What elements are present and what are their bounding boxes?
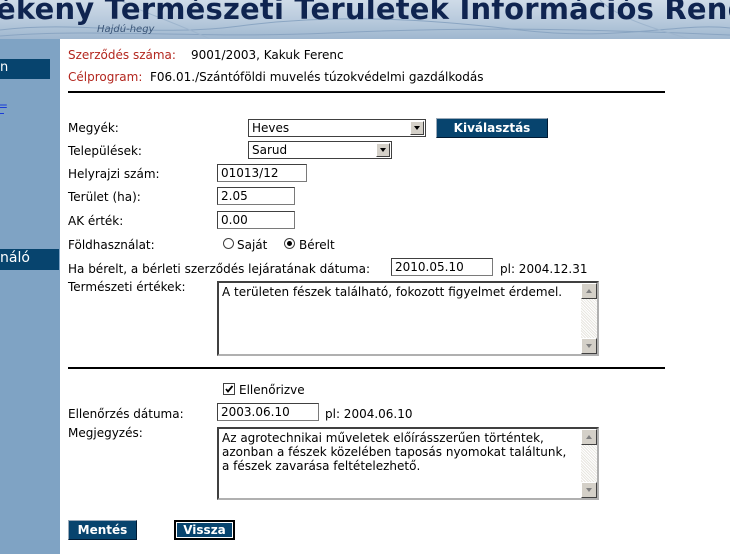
landuse-leased-radio[interactable]	[284, 238, 295, 249]
program-value: F06.01./Szántóföldi muvelés túzokvédelmi…	[150, 70, 484, 84]
county-select-value: Heves	[252, 121, 290, 135]
scroll-up-icon[interactable]	[581, 283, 597, 299]
parcel-input[interactable]: 01013/12	[217, 164, 307, 182]
note-text: Az agrotechnikai műveletek előírásszerűe…	[222, 431, 567, 473]
note-label: Megjegyzés:	[68, 426, 143, 440]
banner-subtitle: Hajdú-hegy	[97, 24, 155, 35]
settlement-label: Települések:	[68, 144, 142, 158]
sidebar-link-label: =	[0, 99, 9, 113]
ak-label: AK érték:	[68, 214, 124, 228]
lease-date-label: Ha bérelt, a bérleti szerződés lejáratán…	[68, 262, 370, 276]
natural-values-label: Természeti értékek:	[68, 280, 186, 294]
program-label: Célprogram:	[68, 70, 143, 84]
sidebar-active-item[interactable]: náló	[0, 249, 59, 270]
checkmark-icon	[225, 385, 234, 393]
back-button[interactable]: Vissza	[174, 520, 235, 540]
area-label: Terület (ha):	[68, 190, 141, 204]
divider	[68, 367, 665, 369]
sidebar: n = náló	[0, 39, 60, 554]
scroll-down-icon[interactable]	[581, 482, 597, 498]
county-select[interactable]: Heves	[248, 119, 426, 137]
control-date-input[interactable]: 2003.06.10	[217, 403, 319, 421]
save-button[interactable]: Mentés	[68, 520, 137, 540]
scrollbar[interactable]	[581, 283, 597, 354]
scroll-up-icon[interactable]	[581, 429, 597, 445]
chevron-down-icon[interactable]	[376, 143, 390, 157]
divider	[68, 91, 665, 93]
natural-values-textarea[interactable]: A területen fészek található, fokozott f…	[217, 281, 599, 356]
checked-label: Ellenőrizve	[239, 383, 305, 397]
natural-values-text: A területen fészek található, fokozott f…	[222, 285, 563, 299]
landuse-leased-label: Bérelt	[299, 238, 335, 252]
contract-number-value: 9001/2003, Kakuk Ferenc	[191, 48, 344, 62]
sidebar-link[interactable]: =	[0, 99, 8, 114]
control-date-example: pl: 2004.06.10	[325, 407, 413, 421]
scrollbar[interactable]	[581, 429, 597, 498]
control-date-label: Ellenőrzés dátuma:	[68, 407, 184, 421]
settlement-select-value: Sarud	[252, 143, 288, 157]
chevron-down-icon[interactable]	[410, 121, 424, 135]
select-button[interactable]: Kiválasztás	[436, 118, 548, 138]
settlement-select[interactable]: Sarud	[248, 141, 392, 159]
landuse-own-label: Saját	[237, 238, 268, 252]
ak-input[interactable]: 0.00	[217, 211, 295, 229]
landuse-label: Földhasználat:	[68, 238, 155, 252]
sidebar-active-item-label: náló	[0, 250, 30, 266]
header-banner: ékeny Természeti Területek Információs R…	[0, 0, 730, 39]
banner-title: ékeny Természeti Területek Információs R…	[0, 0, 730, 26]
lease-date-input[interactable]: 2010.05.10	[391, 258, 493, 276]
area-input[interactable]: 2.05	[217, 187, 295, 205]
scroll-down-icon[interactable]	[581, 338, 597, 354]
lease-date-example: pl: 2004.12.31	[500, 262, 588, 276]
county-label: Megyék:	[68, 121, 119, 135]
note-textarea[interactable]: Az agrotechnikai műveletek előírásszerűe…	[217, 427, 599, 500]
checked-checkbox[interactable]	[223, 383, 235, 395]
sidebar-menu-button[interactable]: n	[0, 59, 50, 79]
contract-number-label: Szerződés száma:	[68, 48, 176, 62]
landuse-own-radio[interactable]	[223, 238, 234, 249]
parcel-label: Helyrajzi szám:	[68, 167, 160, 181]
sidebar-menu-button-label: n	[0, 60, 9, 75]
